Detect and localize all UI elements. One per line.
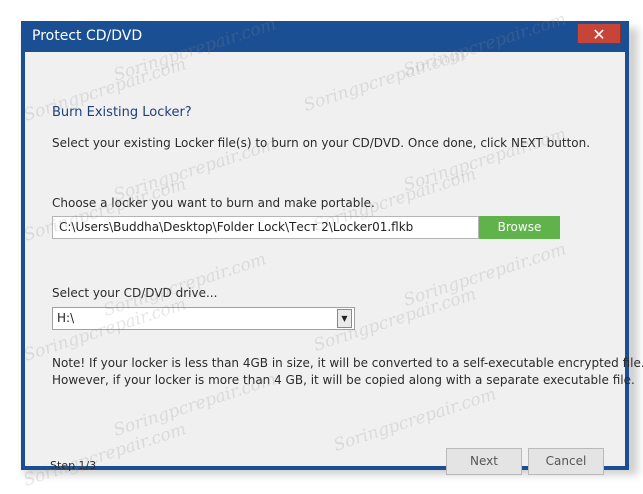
page-heading: Burn Existing Locker?: [52, 105, 192, 120]
cancel-button[interactable]: Cancel: [528, 448, 604, 475]
next-button[interactable]: Next: [446, 448, 522, 475]
title-bar: Protect CD/DVD ✕: [21, 21, 629, 52]
dialog-window: Protect CD/DVD ✕ Burn Existing Locker? S…: [21, 21, 643, 475]
locker-label: Choose a locker you want to burn and mak…: [52, 196, 375, 210]
dropdown-arrow-icon[interactable]: ▼: [337, 309, 352, 328]
dialog-body: Burn Existing Locker? Select your existi…: [25, 52, 643, 475]
drive-label: Select your CD/DVD drive...: [52, 286, 218, 300]
drive-selected-value: H:\: [57, 311, 75, 325]
close-icon: ✕: [592, 25, 606, 44]
locker-path-input[interactable]: C:\Users\Buddha\Desktop\Folder Lock\Тест…: [52, 216, 479, 239]
instruction-text: Select your existing Locker file(s) to b…: [52, 136, 591, 150]
step-indicator: Step 1/3: [50, 459, 97, 472]
window-title: Protect CD/DVD: [32, 28, 143, 44]
close-button[interactable]: ✕: [577, 23, 621, 44]
note-line-1: Note! If your locker is less than 4GB in…: [52, 356, 643, 370]
browse-button[interactable]: Browse: [479, 216, 560, 239]
size-note: Note! If your locker is less than 4GB in…: [52, 355, 643, 389]
note-line-2: However, if your locker is more than 4 G…: [52, 373, 635, 387]
drive-select[interactable]: H:\ ▼: [52, 307, 355, 330]
